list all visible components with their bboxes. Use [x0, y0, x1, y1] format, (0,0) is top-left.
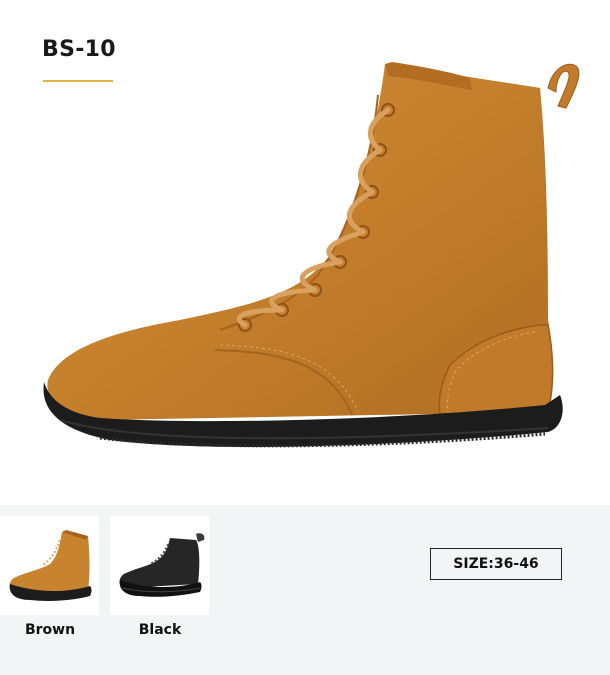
boot-hero-image [43, 62, 580, 448]
variant-brown-thumbnail[interactable] [0, 516, 99, 615]
variants-panel: Brown Black SIZE:36-46 [0, 505, 610, 675]
size-range-badge: SIZE:36-46 [430, 548, 562, 580]
variant-brown-label: Brown [24, 622, 76, 638]
variant-black-label: Black [138, 622, 182, 638]
variant-black-thumbnail[interactable] [110, 516, 209, 615]
brown-boot-icon [9, 530, 92, 601]
black-boot-icon [119, 533, 205, 597]
